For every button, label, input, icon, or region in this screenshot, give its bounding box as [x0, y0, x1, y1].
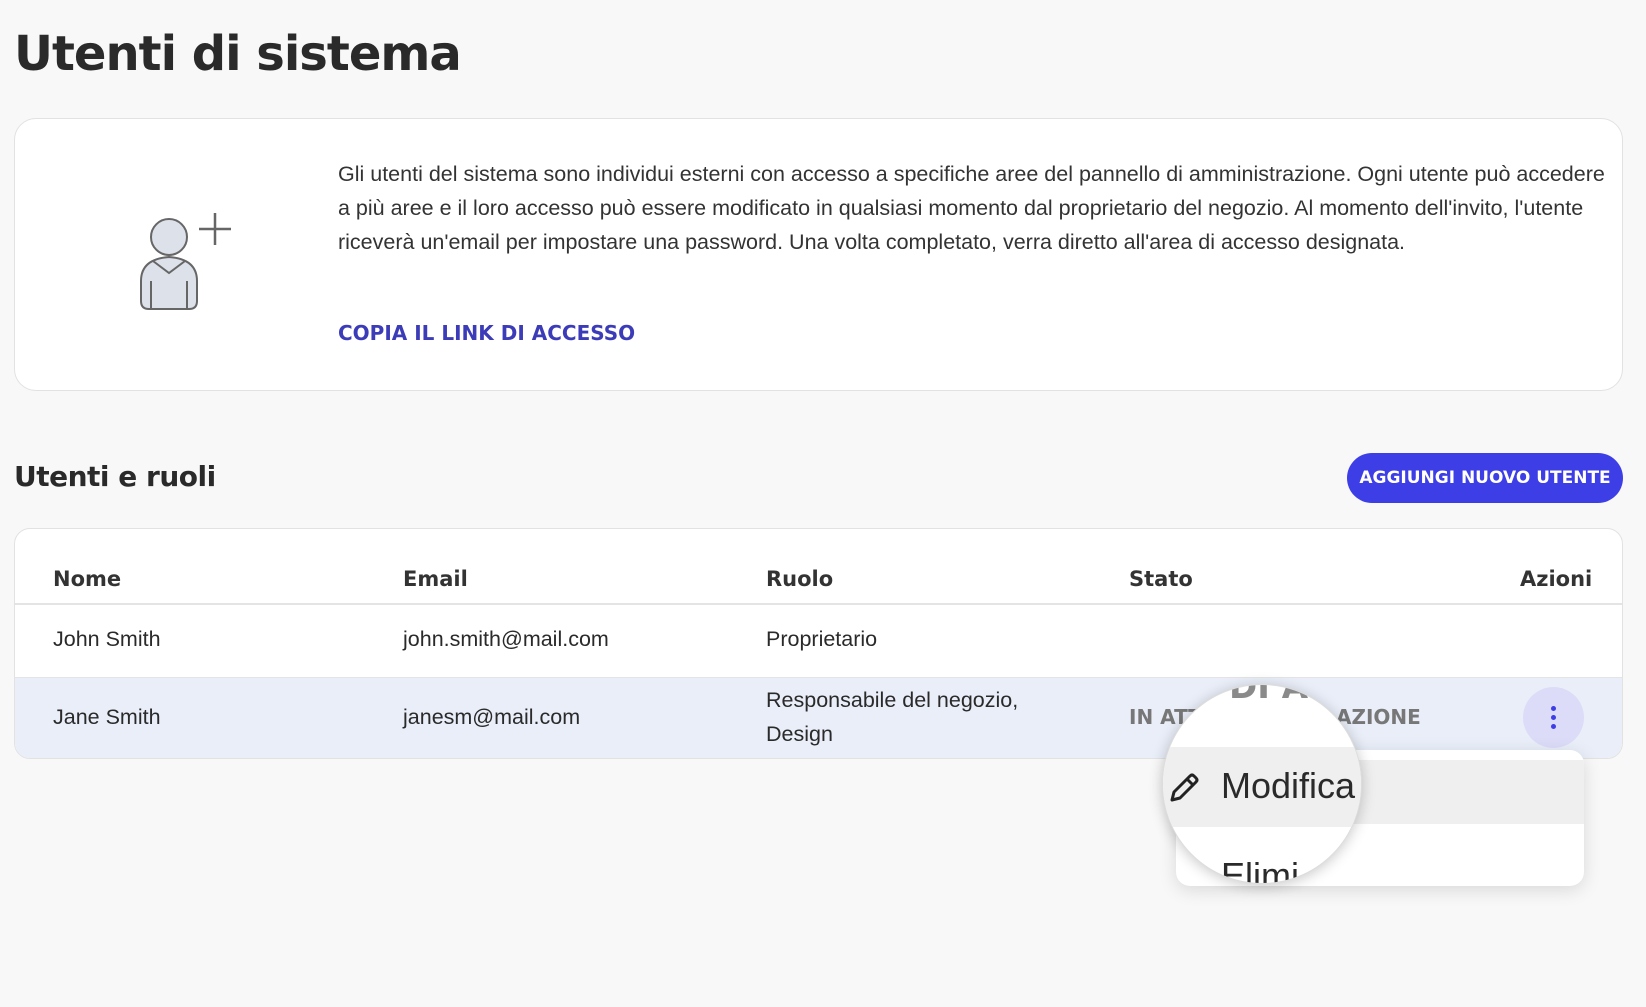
- cell-role-line1: Responsabile del negozio,: [766, 688, 1019, 712]
- cell-role-line2: Design: [766, 722, 833, 746]
- page-title: Utenti di sistema: [14, 26, 462, 82]
- cell-name: John Smith: [53, 627, 161, 651]
- column-header-role: Ruolo: [766, 567, 834, 591]
- info-card: Gli utenti del sistema sono individui es…: [14, 118, 1623, 391]
- cell-email: john.smith@mail.com: [403, 627, 609, 651]
- users-section-title: Utenti e ruoli: [14, 460, 216, 493]
- column-header-status: Stato: [1129, 567, 1193, 591]
- magnifier-lens: DI A Modifica Elimi: [1162, 684, 1362, 884]
- cell-email: janesm@mail.com: [403, 705, 581, 729]
- status-badge-right: AZIONE: [1336, 705, 1421, 729]
- magnified-status-fragment: DI A: [1229, 684, 1309, 707]
- menu-item-delete-label[interactable]: Elimi: [1221, 855, 1299, 883]
- cell-role: Proprietario: [766, 627, 878, 651]
- user-add-icon: [140, 213, 231, 310]
- kebab-menu-icon: [1551, 704, 1556, 731]
- info-description: Gli utenti del sistema sono individui es…: [338, 162, 1605, 254]
- cell-name: Jane Smith: [53, 705, 161, 729]
- pencil-icon: [1170, 773, 1199, 802]
- copy-access-link[interactable]: COPIA IL LINK DI ACCESSO: [338, 321, 635, 345]
- header-divider: [15, 603, 1622, 605]
- column-header-name: Nome: [53, 567, 122, 591]
- users-table: Nome Email Ruolo Stato Azioni John Smith…: [14, 528, 1623, 759]
- row-actions-button[interactable]: [1523, 687, 1584, 748]
- menu-item-edit-label[interactable]: Modifica: [1221, 765, 1355, 807]
- column-header-actions: Azioni: [1520, 567, 1593, 591]
- column-header-email: Email: [403, 567, 468, 591]
- add-user-button[interactable]: AGGIUNGI NUOVO UTENTE: [1347, 453, 1623, 503]
